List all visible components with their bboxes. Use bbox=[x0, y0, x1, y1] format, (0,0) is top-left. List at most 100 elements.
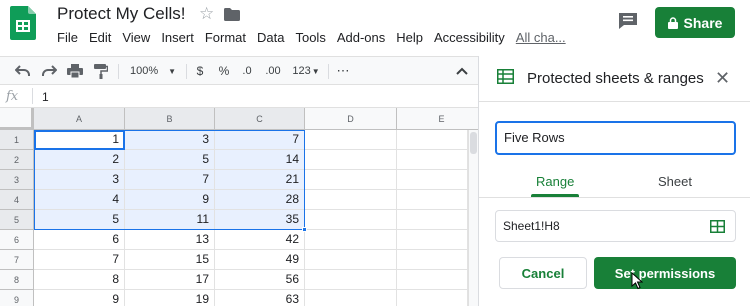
decrease-decimal-button[interactable]: .0 bbox=[238, 57, 256, 85]
menu-tools[interactable]: Tools bbox=[295, 30, 325, 45]
grid-cell[interactable]: 2 bbox=[34, 150, 125, 170]
sheets-logo-icon[interactable] bbox=[10, 6, 36, 40]
grid-cell[interactable] bbox=[305, 210, 397, 230]
zoom-select[interactable]: 100% ▼ bbox=[126, 57, 180, 85]
grid-cell[interactable] bbox=[397, 290, 468, 306]
menu-addons[interactable]: Add-ons bbox=[337, 30, 385, 45]
grid-cell[interactable] bbox=[397, 150, 468, 170]
grid-cell[interactable]: 9 bbox=[125, 190, 215, 210]
grid-cell[interactable]: 3 bbox=[34, 170, 125, 190]
grid-cell[interactable] bbox=[305, 150, 397, 170]
currency-button[interactable]: $ bbox=[192, 57, 208, 85]
tab-range[interactable]: Range bbox=[536, 174, 574, 189]
row-header[interactable]: 8 bbox=[0, 270, 34, 290]
grid-cell[interactable]: 35 bbox=[215, 210, 305, 230]
grid-cell[interactable] bbox=[397, 130, 468, 150]
menu-data[interactable]: Data bbox=[257, 30, 284, 45]
grid-cell[interactable]: 7 bbox=[34, 250, 125, 270]
menu-help[interactable]: Help bbox=[396, 30, 423, 45]
scrollbar-thumb[interactable] bbox=[470, 132, 477, 154]
select-range-icon[interactable] bbox=[710, 220, 725, 233]
share-button[interactable]: Share bbox=[655, 7, 735, 38]
row-header[interactable]: 6 bbox=[0, 230, 34, 250]
grid-cell[interactable]: 11 bbox=[125, 210, 215, 230]
chevron-up-icon[interactable] bbox=[452, 57, 472, 85]
column-header-e[interactable]: E bbox=[397, 108, 478, 130]
last-edit-link[interactable]: All cha... bbox=[516, 30, 566, 45]
select-all-corner[interactable] bbox=[0, 108, 34, 130]
grid-cell[interactable] bbox=[305, 290, 397, 306]
grid-cell[interactable] bbox=[397, 190, 468, 210]
percent-button[interactable]: % bbox=[216, 57, 232, 85]
cancel-button[interactable]: Cancel bbox=[499, 257, 587, 289]
grid-cell[interactable]: 63 bbox=[215, 290, 305, 306]
grid-cell[interactable] bbox=[305, 230, 397, 250]
paint-format-icon[interactable] bbox=[90, 57, 112, 85]
grid-cell[interactable]: 5 bbox=[34, 210, 125, 230]
menu-file[interactable]: File bbox=[57, 30, 78, 45]
document-title[interactable]: Protect My Cells! bbox=[57, 4, 185, 24]
grid-cell[interactable]: 13 bbox=[125, 230, 215, 250]
vertical-scrollbar[interactable] bbox=[468, 130, 478, 306]
row-header[interactable]: 5 bbox=[0, 210, 34, 230]
redo-icon[interactable] bbox=[38, 57, 60, 85]
row-header[interactable]: 3 bbox=[0, 170, 34, 190]
set-permissions-button[interactable]: Set permissions bbox=[594, 257, 736, 289]
grid-cell[interactable] bbox=[397, 210, 468, 230]
grid-cell[interactable]: 6 bbox=[34, 230, 125, 250]
fill-handle[interactable] bbox=[302, 227, 307, 232]
tab-sheet[interactable]: Sheet bbox=[658, 174, 692, 189]
grid-cell[interactable]: 15 bbox=[125, 250, 215, 270]
grid-cell[interactable]: 21 bbox=[215, 170, 305, 190]
more-options-button[interactable]: ⋯ bbox=[334, 57, 352, 85]
grid-cell[interactable]: 14 bbox=[215, 150, 305, 170]
grid-cell[interactable] bbox=[397, 170, 468, 190]
grid-cell[interactable] bbox=[305, 190, 397, 210]
grid-cell[interactable]: 49 bbox=[215, 250, 305, 270]
menu-view[interactable]: View bbox=[122, 30, 150, 45]
comment-icon[interactable] bbox=[618, 12, 638, 30]
grid-cell[interactable]: 19 bbox=[125, 290, 215, 306]
grid-cell[interactable]: 7 bbox=[215, 130, 305, 150]
menu-edit[interactable]: Edit bbox=[89, 30, 111, 45]
grid-cell[interactable] bbox=[305, 170, 397, 190]
column-header-a[interactable]: A bbox=[34, 108, 125, 130]
increase-decimal-button[interactable]: .00 bbox=[262, 57, 284, 85]
row-header[interactable]: 1 bbox=[0, 130, 34, 150]
star-icon[interactable]: ☆ bbox=[199, 4, 214, 24]
grid-cell[interactable]: 7 bbox=[125, 170, 215, 190]
column-header-c[interactable]: C bbox=[215, 108, 305, 130]
grid-cell[interactable]: 5 bbox=[125, 150, 215, 170]
close-icon[interactable]: ✕ bbox=[715, 68, 730, 89]
menu-format[interactable]: Format bbox=[205, 30, 246, 45]
grid-cell[interactable] bbox=[305, 130, 397, 150]
grid-cell[interactable] bbox=[397, 250, 468, 270]
row-header[interactable]: 2 bbox=[0, 150, 34, 170]
print-icon[interactable] bbox=[64, 57, 86, 85]
folder-icon[interactable] bbox=[224, 8, 240, 21]
row-header[interactable]: 9 bbox=[0, 290, 34, 306]
more-formats-button[interactable]: 123 ▼ bbox=[289, 57, 323, 85]
menu-insert[interactable]: Insert bbox=[161, 30, 194, 45]
grid-cell[interactable]: 9 bbox=[34, 290, 125, 306]
column-header-d[interactable]: D bbox=[305, 108, 397, 130]
grid-cell[interactable] bbox=[397, 230, 468, 250]
grid-cell[interactable]: 17 bbox=[125, 270, 215, 290]
undo-icon[interactable] bbox=[12, 57, 34, 85]
grid-cell[interactable]: 56 bbox=[215, 270, 305, 290]
spreadsheet-grid[interactable]: A B C D E 1 2 3 4 5 6 7 8 9 1 2 3 4 5 6 … bbox=[0, 108, 478, 306]
range-input[interactable]: Sheet1!H8 bbox=[495, 210, 736, 242]
description-input[interactable]: Five Rows bbox=[495, 121, 736, 155]
grid-cell[interactable]: 8 bbox=[34, 270, 125, 290]
grid-cell[interactable]: 4 bbox=[34, 190, 125, 210]
grid-cell[interactable]: 28 bbox=[215, 190, 305, 210]
grid-cell[interactable] bbox=[305, 250, 397, 270]
formula-input[interactable]: 1 bbox=[42, 90, 49, 104]
grid-cell[interactable]: 42 bbox=[215, 230, 305, 250]
grid-cell[interactable] bbox=[305, 270, 397, 290]
menu-accessibility[interactable]: Accessibility bbox=[434, 30, 505, 45]
column-header-b[interactable]: B bbox=[125, 108, 215, 130]
row-header[interactable]: 4 bbox=[0, 190, 34, 210]
grid-cell[interactable]: 3 bbox=[125, 130, 215, 150]
grid-cell[interactable] bbox=[397, 270, 468, 290]
